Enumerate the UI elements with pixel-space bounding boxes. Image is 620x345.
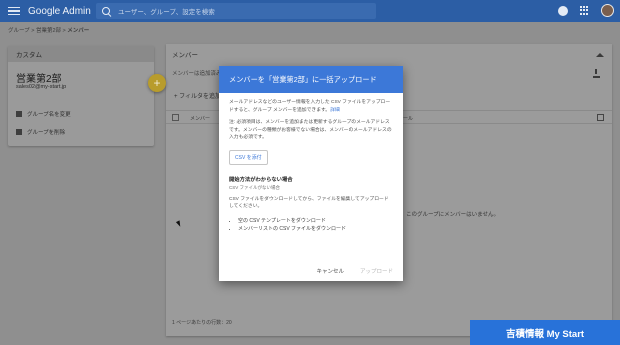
select-all-checkbox[interactable]	[172, 114, 179, 121]
dialog-note: 注: 必須項目は、メンバーを追加または更新するグループのメールアドレスです。メン…	[229, 120, 392, 140]
group-type-label: カスタム	[16, 52, 42, 59]
members-panel-title: メンバー	[172, 52, 198, 59]
download-links: 空の CSV テンプレートをダウンロード メンバーリストの CSV ファイルをダ…	[229, 217, 393, 233]
dialog-body: メールアドレスなどのユーザー情報を入力した CSV ファイルをアップロードすると…	[219, 93, 403, 233]
search-box[interactable]: ユーザー、グループ、設定を検索	[96, 3, 376, 19]
breadcrumb-group[interactable]: 営業第2部	[36, 28, 61, 34]
rows-per-page[interactable]: 1 ページあたりの行数：20	[172, 319, 232, 326]
group-email: sales02@my-start.jp	[16, 84, 67, 90]
cancel-button[interactable]: キャンセル	[316, 267, 344, 275]
add-filter-button[interactable]: + フィルタを追加	[174, 91, 221, 100]
dialog-intro: メールアドレスなどのユーザー情報を入力した CSV ファイルをアップロードすると…	[229, 99, 393, 114]
app-brand[interactable]: Google Admin	[28, 6, 91, 17]
top-bar-actions	[558, 4, 614, 17]
apps-grid-icon[interactable]	[580, 6, 589, 15]
help-heading: 開始方法がわからない場合	[229, 176, 293, 183]
empty-state-message: このグループにメンバーはいません。	[406, 212, 500, 218]
column-settings-icon[interactable]	[597, 114, 604, 121]
attach-csv-button[interactable]: CSV を添付	[229, 149, 268, 165]
dialog-header: メンバーを「営業第2部」に一括アップロード	[219, 66, 403, 93]
dialog-footer: キャンセル アップロード	[316, 267, 393, 275]
edit-icon	[16, 111, 22, 117]
top-bar: Google Admin ユーザー、グループ、設定を検索	[0, 0, 620, 22]
breadcrumb: グループ > 営業第2部 > メンバー	[8, 26, 89, 34]
download-icon[interactable]	[593, 69, 600, 78]
group-card-header: カスタム	[8, 46, 154, 62]
avatar[interactable]	[601, 4, 614, 17]
help-subheading: CSV ファイルがない場合	[229, 184, 281, 190]
add-member-fab[interactable]: +	[148, 74, 166, 92]
breadcrumb-current: メンバー	[67, 28, 90, 34]
collapse-caret-icon[interactable]	[596, 53, 604, 57]
help-icon[interactable]	[558, 5, 568, 16]
dialog-intro-text: メールアドレスなどのユーザー情報を入力した CSV ファイルをアップロードすると…	[229, 100, 391, 113]
rename-group-action[interactable]: グループ名を変更	[16, 110, 71, 118]
help-text: CSV ファイルをダウンロードしてから、ファイルを編集してアップロードしてくださ…	[229, 196, 389, 210]
delete-group-label: グループを削除	[27, 130, 66, 136]
learn-more-link[interactable]: 詳細	[330, 108, 340, 113]
breadcrumb-groups[interactable]: グループ	[8, 28, 30, 34]
rename-group-label: グループ名を変更	[27, 112, 71, 118]
download-template-link[interactable]: 空の CSV テンプレートをダウンロード	[238, 217, 393, 225]
upload-button[interactable]: アップロード	[360, 267, 393, 275]
download-member-list-link[interactable]: メンバーリストの CSV ファイルをダウンロード	[238, 225, 393, 233]
trash-icon	[16, 129, 22, 135]
search-icon	[102, 7, 110, 15]
bulk-upload-dialog: メンバーを「営業第2部」に一括アップロード メールアドレスなどのユーザー情報を入…	[219, 66, 403, 281]
column-member[interactable]: メンバー	[190, 115, 210, 122]
watermark-banner: 吉積情報 My Start	[470, 320, 620, 345]
dialog-title: メンバーを「営業第2部」に一括アップロード	[229, 74, 377, 84]
search-placeholder: ユーザー、グループ、設定を検索	[118, 9, 215, 16]
group-name: 営業第2部	[16, 74, 62, 85]
delete-group-action[interactable]: グループを削除	[16, 128, 65, 136]
group-info-card: カスタム 営業第2部 sales02@my-start.jp グループ名を変更 …	[8, 46, 154, 146]
hamburger-menu-icon[interactable]	[8, 6, 20, 16]
